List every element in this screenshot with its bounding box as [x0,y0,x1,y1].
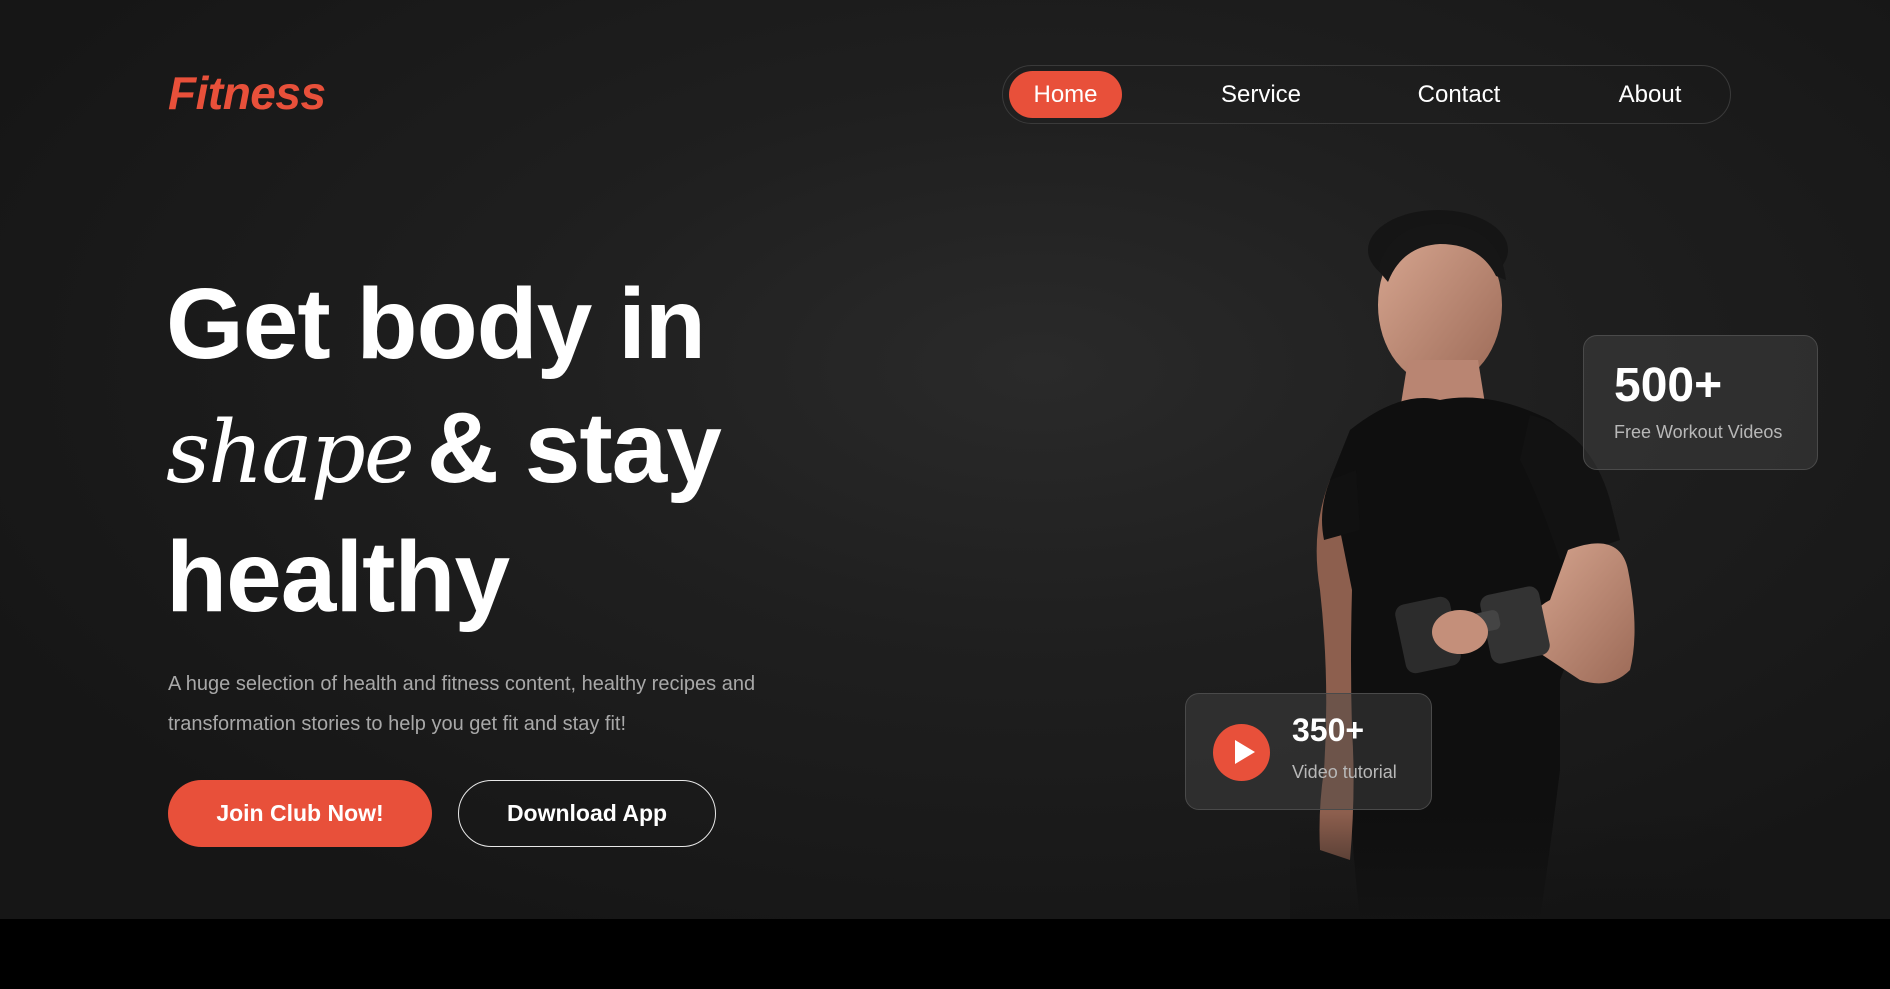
nav-item-service[interactable]: Service [1206,71,1316,118]
headline-line-1: Get body in [166,268,706,380]
main-nav: Home Service Contact About [1002,65,1731,124]
hero-section: Fitness Home Service Contact About Get b… [0,0,1890,919]
headline-line-3: healthy [166,521,510,633]
hero-subtitle: A huge selection of health and fitness c… [168,673,756,735]
nav-item-about[interactable]: About [1600,71,1700,118]
workout-videos-card: 500+ Free Workout Videos [1583,335,1818,470]
video-tutorial-card: 350+ Video tutorial [1185,693,1432,810]
nav-item-contact[interactable]: Contact [1400,71,1518,118]
video-tutorial-label: Video tutorial [1292,762,1397,782]
play-icon[interactable] [1213,724,1270,781]
headline-line-2: shape & stay [166,386,806,515]
join-club-button[interactable]: Join Club Now! [168,780,432,847]
headline-script-word: shape [166,403,415,503]
headline-line-2-rest: & stay [426,392,722,504]
page-bottom-band [0,919,1890,989]
nav-item-home[interactable]: Home [1009,71,1122,118]
video-tutorial-count: 350+ [1292,712,1365,748]
brand-logo[interactable]: Fitness [168,66,326,120]
athlete-image [1290,210,1730,919]
download-app-button[interactable]: Download App [458,780,716,847]
hero-headline: Get body in shape & stay healthy [166,262,806,639]
workout-videos-label: Free Workout Videos [1614,422,1783,442]
workout-videos-count: 500+ [1614,359,1723,412]
